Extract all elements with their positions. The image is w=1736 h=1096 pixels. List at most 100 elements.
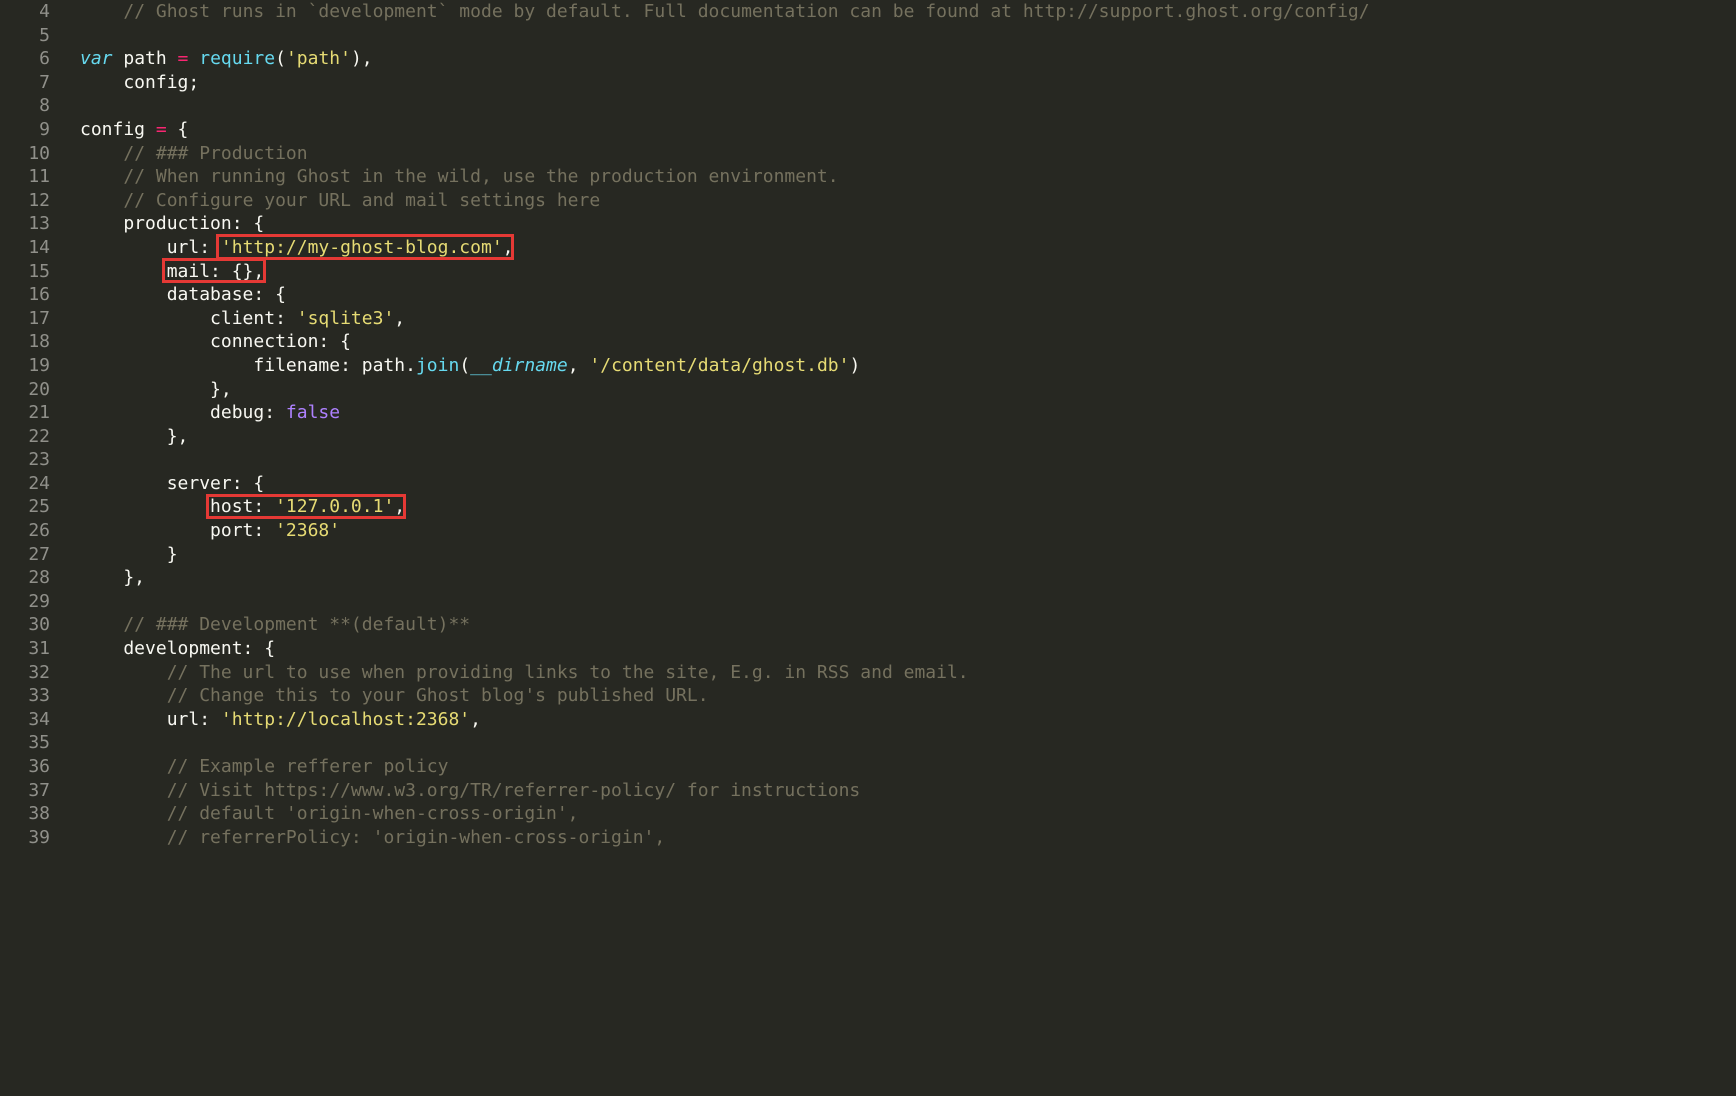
code-line[interactable]: mail: {}, [80, 260, 1736, 284]
code-line[interactable] [80, 731, 1736, 755]
code-token: { [167, 119, 189, 140]
line-number: 15 [0, 260, 50, 284]
code-token: 'sqlite3' [297, 308, 395, 329]
code-token: '2368' [275, 520, 340, 541]
code-token: // When running Ghost in the wild, use t… [123, 166, 838, 187]
code-token [80, 143, 123, 164]
code-area[interactable]: // Ghost runs in `development` mode by d… [68, 0, 1736, 1096]
code-token: var [80, 48, 113, 69]
code-line[interactable]: // ### Development **(default)** [80, 613, 1736, 637]
line-number: 17 [0, 307, 50, 331]
code-line[interactable]: debug: false [80, 401, 1736, 425]
code-token: host: [80, 496, 275, 517]
line-number: 39 [0, 826, 50, 850]
line-number: 16 [0, 283, 50, 307]
code-line[interactable]: // When running Ghost in the wild, use t… [80, 165, 1736, 189]
code-token: url: [80, 237, 221, 258]
code-line[interactable]: server: { [80, 472, 1736, 496]
code-editor[interactable]: 4567891011121314151617181920212223242526… [0, 0, 1736, 1096]
line-number: 25 [0, 495, 50, 519]
line-number-gutter: 4567891011121314151617181920212223242526… [0, 0, 68, 1096]
code-token: debug: [80, 402, 286, 423]
code-token: 'http://localhost:2368' [221, 709, 470, 730]
code-line[interactable]: var path = require('path'), [80, 47, 1736, 71]
code-token [80, 1, 123, 22]
code-line[interactable] [80, 94, 1736, 118]
code-line[interactable]: // default 'origin-when-cross-origin', [80, 802, 1736, 826]
code-line[interactable]: // The url to use when providing links t… [80, 661, 1736, 685]
code-line[interactable]: production: { [80, 212, 1736, 236]
code-token: = [178, 48, 189, 69]
line-number: 38 [0, 802, 50, 826]
line-number: 13 [0, 212, 50, 236]
code-line[interactable]: host: '127.0.0.1', [80, 495, 1736, 519]
code-line[interactable]: connection: { [80, 330, 1736, 354]
code-token: ) [849, 355, 860, 376]
code-line[interactable]: port: '2368' [80, 519, 1736, 543]
code-token: server: { [80, 473, 264, 494]
code-line[interactable]: // Example refferer policy [80, 755, 1736, 779]
code-line[interactable]: // Change this to your Ghost blog's publ… [80, 684, 1736, 708]
line-number: 9 [0, 118, 50, 142]
code-line[interactable]: }, [80, 378, 1736, 402]
code-line[interactable]: // Visit https://www.w3.org/TR/referrer-… [80, 779, 1736, 803]
code-line[interactable]: config; [80, 71, 1736, 95]
code-line[interactable]: config = { [80, 118, 1736, 142]
code-line[interactable]: filename: path.join(__dirname, '/content… [80, 354, 1736, 378]
code-token [80, 166, 123, 187]
code-line[interactable]: // Ghost runs in `development` mode by d… [80, 0, 1736, 24]
line-number: 10 [0, 142, 50, 166]
code-token: port: [80, 520, 275, 541]
code-line[interactable]: database: { [80, 283, 1736, 307]
line-number: 19 [0, 354, 50, 378]
code-line[interactable] [80, 448, 1736, 472]
code-line[interactable]: // ### Production [80, 142, 1736, 166]
code-line[interactable]: development: { [80, 637, 1736, 661]
code-token: } [80, 544, 178, 565]
code-token: , [394, 496, 405, 517]
code-token: }, [80, 426, 188, 447]
code-token: config [80, 119, 156, 140]
code-line[interactable] [80, 24, 1736, 48]
line-number: 28 [0, 566, 50, 590]
code-token: // Example refferer policy [167, 756, 449, 777]
code-line[interactable]: // referrerPolicy: 'origin-when-cross-or… [80, 826, 1736, 850]
code-token [80, 662, 167, 683]
code-token: 'http://my-ghost-blog.com' [221, 237, 503, 258]
line-number: 4 [0, 0, 50, 24]
line-number: 6 [0, 47, 50, 71]
line-number: 22 [0, 425, 50, 449]
line-number: 24 [0, 472, 50, 496]
code-token [80, 614, 123, 635]
code-token: ), [351, 48, 373, 69]
line-number: 37 [0, 779, 50, 803]
line-number: 5 [0, 24, 50, 48]
code-line[interactable] [80, 590, 1736, 614]
line-number: 8 [0, 94, 50, 118]
code-token [188, 48, 199, 69]
code-token: // Visit https://www.w3.org/TR/referrer-… [167, 780, 861, 801]
code-token: // Change this to your Ghost blog's publ… [167, 685, 709, 706]
code-token [80, 190, 123, 211]
code-token [80, 827, 167, 848]
code-token: // ### Development **(default)** [123, 614, 470, 635]
line-number: 7 [0, 71, 50, 95]
code-line[interactable]: client: 'sqlite3', [80, 307, 1736, 331]
code-line[interactable]: }, [80, 425, 1736, 449]
code-token [80, 780, 167, 801]
code-line[interactable]: url: 'http://my-ghost-blog.com', [80, 236, 1736, 260]
code-line[interactable]: } [80, 543, 1736, 567]
code-token: connection: { [80, 331, 351, 352]
line-number: 18 [0, 330, 50, 354]
line-number: 23 [0, 448, 50, 472]
code-token: config; [80, 72, 199, 93]
line-number: 12 [0, 189, 50, 213]
line-number: 26 [0, 519, 50, 543]
code-token: }, [80, 567, 145, 588]
code-token: database: { [80, 284, 286, 305]
line-number: 31 [0, 637, 50, 661]
code-line[interactable]: }, [80, 566, 1736, 590]
code-line[interactable]: url: 'http://localhost:2368', [80, 708, 1736, 732]
code-token: development: { [80, 638, 275, 659]
code-line[interactable]: // Configure your URL and mail settings … [80, 189, 1736, 213]
